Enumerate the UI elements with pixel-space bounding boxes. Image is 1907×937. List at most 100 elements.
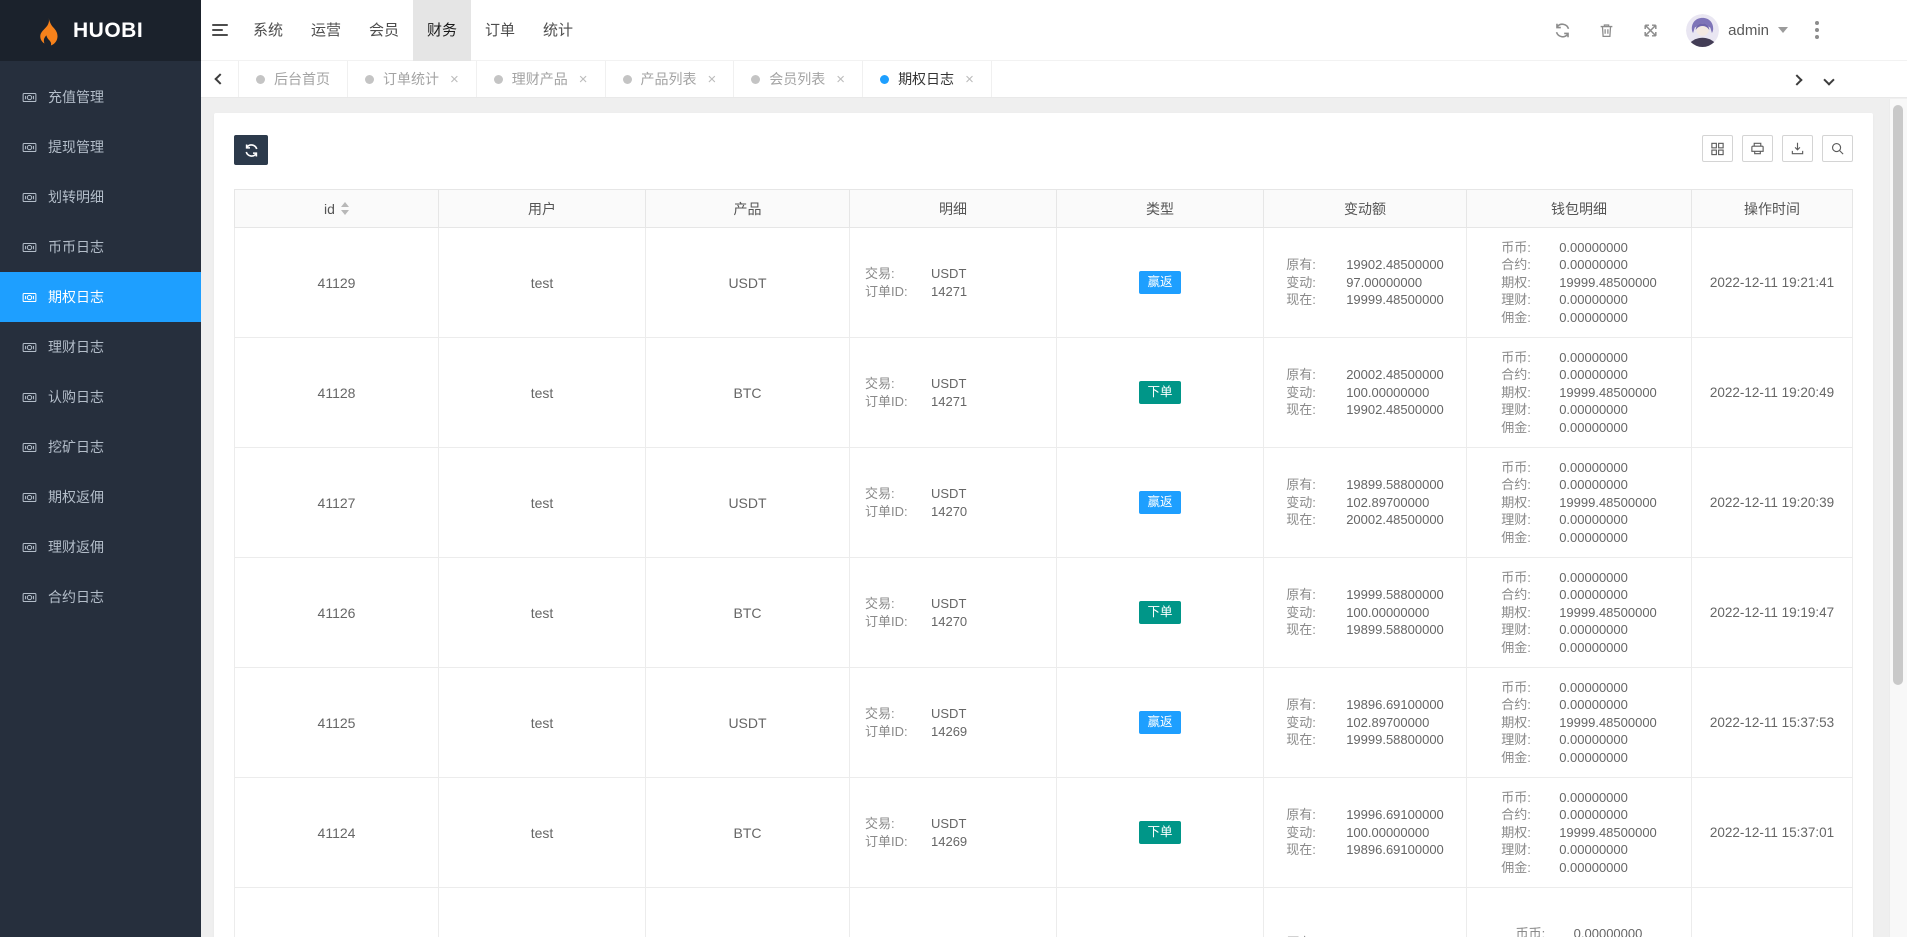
column-header-7[interactable]: 操作时间 [1692, 190, 1853, 228]
refresh-icon[interactable] [1554, 22, 1571, 39]
tab-close-icon[interactable]: × [579, 72, 588, 87]
tab-dot-icon [623, 75, 632, 84]
money-icon [22, 340, 37, 355]
huobi-flame-icon [32, 16, 62, 46]
tab-1[interactable]: 订单统计 × [348, 61, 477, 97]
topnav-item-0[interactable]: 系统 [239, 0, 297, 61]
sidebar-item-4[interactable]: 期权日志 [0, 272, 201, 322]
tab-close-icon[interactable]: × [965, 72, 974, 87]
amount-value: 19899.58800000 [1346, 476, 1444, 494]
detail-trade-label: 交易: [865, 815, 931, 833]
tab-2[interactable]: 理财产品× [477, 61, 606, 97]
detail-block: 交易:USDT订单ID:14270 [865, 595, 967, 630]
column-header-6[interactable]: 钱包明细 [1467, 190, 1692, 228]
cell-type [1057, 888, 1264, 937]
column-header-label: id [324, 201, 335, 217]
table-refresh-button[interactable] [234, 135, 268, 165]
sidebar-toggle-icon[interactable] [201, 0, 239, 61]
tabs-scroll-right-icon[interactable] [1793, 71, 1801, 89]
wallet-label: 币币: [1501, 459, 1541, 477]
tabs-menu-icon[interactable] [1825, 71, 1833, 89]
tab-4[interactable]: 会员列表× [734, 61, 863, 97]
amount-label: 变动: [1286, 604, 1330, 622]
tab-label: 订单统计 [383, 69, 439, 89]
wallet-label: 期权: [1501, 604, 1541, 622]
sidebar-item-5[interactable]: 理财日志 [0, 322, 201, 372]
sidebar-item-2[interactable]: 划转明细 [0, 172, 201, 222]
sidebar-item-label: 提现管理 [48, 137, 104, 157]
brand-logo[interactable]: HUOBI [0, 0, 201, 61]
tab-close-icon[interactable]: × [708, 72, 717, 87]
tabs-scroll-left-icon[interactable] [201, 61, 238, 97]
column-header-label: 类型 [1146, 199, 1174, 219]
key-value-line: 期权:19999.48500000 [1501, 384, 1657, 402]
wallet-value: 19999.48500000 [1559, 384, 1657, 402]
cell-detail: 交易:USDT订单ID:14269 [850, 778, 1057, 888]
cell-id: 41128 [235, 338, 439, 448]
topnav-item-2[interactable]: 会员 [355, 0, 413, 61]
wallet-value: 19999.48500000 [1559, 714, 1657, 732]
sidebar-item-6[interactable]: 认购日志 [0, 372, 201, 422]
key-value-line: 期权:19999.48500000 [1501, 604, 1657, 622]
wallet-value: 0.00000000 [1559, 459, 1628, 477]
cell-detail: 交易:USDT订单ID:14270 [850, 558, 1057, 668]
sidebar-item-3[interactable]: 币币日志 [0, 222, 201, 272]
tab-5[interactable]: 期权日志× [863, 61, 992, 97]
column-header-5[interactable]: 变动额 [1264, 190, 1467, 228]
column-header-1[interactable]: 用户 [439, 190, 646, 228]
vertical-scrollbar[interactable] [1889, 99, 1907, 937]
wallet-value: 0.00000000 [1559, 239, 1628, 257]
column-header-2[interactable]: 产品 [646, 190, 850, 228]
key-value-line: 变动:100.00000000 [1286, 384, 1444, 402]
search-icon[interactable] [1822, 135, 1853, 162]
tab-3[interactable]: 产品列表× [606, 61, 735, 97]
columns-toggle-icon[interactable] [1702, 135, 1733, 162]
fullscreen-icon[interactable] [1642, 22, 1659, 39]
key-value-line: 合约:0.00000000 [1501, 366, 1657, 384]
tab-close-icon[interactable]: × [836, 72, 845, 87]
wallet-label: 期权: [1501, 714, 1541, 732]
wallet-block: 币币:0.00000000合约:0.00000000期权:19999.48500… [1501, 789, 1657, 877]
tab-0[interactable]: 后台首页 [238, 61, 348, 97]
amount-value: 100.00000000 [1346, 824, 1429, 842]
sidebar-item-0[interactable]: 充值管理 [0, 72, 201, 122]
print-icon[interactable] [1742, 135, 1773, 162]
user-menu[interactable]: admin [1686, 14, 1788, 47]
scrollbar-thumb[interactable] [1893, 105, 1903, 685]
export-icon[interactable] [1782, 135, 1813, 162]
amount-label: 现在: [1286, 841, 1330, 859]
sidebar-item-8[interactable]: 期权返佣 [0, 472, 201, 522]
sort-asc-icon[interactable] [341, 202, 349, 207]
key-value-line: 订单ID:14271 [865, 283, 967, 301]
cell-detail: 交易:USDT订单ID:14269 [850, 668, 1057, 778]
amount-label: 原有: [1286, 696, 1330, 714]
column-header-4[interactable]: 类型 [1057, 190, 1264, 228]
key-value-line: 交易:USDT [865, 705, 967, 723]
amount-label: 变动: [1286, 274, 1330, 292]
wallet-label: 币币: [1501, 239, 1541, 257]
cell-amounts: 原有:19999.58800000变动:100.00000000现在:19899… [1264, 558, 1467, 668]
sort-icon[interactable] [341, 202, 349, 215]
tab-close-icon[interactable]: × [450, 72, 459, 87]
column-header-0[interactable]: id [235, 190, 439, 228]
sidebar-item-9[interactable]: 理财返佣 [0, 522, 201, 572]
amount-value: 20002.48500000 [1346, 366, 1444, 384]
sidebar-item-1[interactable]: 提现管理 [0, 122, 201, 172]
topnav-item-5[interactable]: 统计 [529, 0, 587, 61]
cell-time: 2022-12-11 19:19:47 [1692, 558, 1853, 668]
trash-icon[interactable] [1598, 22, 1615, 39]
key-value-line: 现在:20002.48500000 [1286, 511, 1444, 529]
sidebar-item-10[interactable]: 合约日志 [0, 572, 201, 622]
topnav-item-4[interactable]: 订单 [471, 0, 529, 61]
wallet-value: 0.00000000 [1559, 529, 1628, 547]
more-options-icon[interactable] [1815, 21, 1819, 39]
money-icon [22, 540, 37, 555]
key-value-line: 交易:USDT [865, 485, 967, 503]
tab-dot-icon [880, 75, 889, 84]
topnav-item-3[interactable]: 财务 [413, 0, 471, 61]
cell-type: 赢返 [1057, 448, 1264, 558]
column-header-3[interactable]: 明细 [850, 190, 1057, 228]
sidebar-item-7[interactable]: 挖矿日志 [0, 422, 201, 472]
sort-desc-icon[interactable] [341, 210, 349, 215]
topnav-item-1[interactable]: 运营 [297, 0, 355, 61]
